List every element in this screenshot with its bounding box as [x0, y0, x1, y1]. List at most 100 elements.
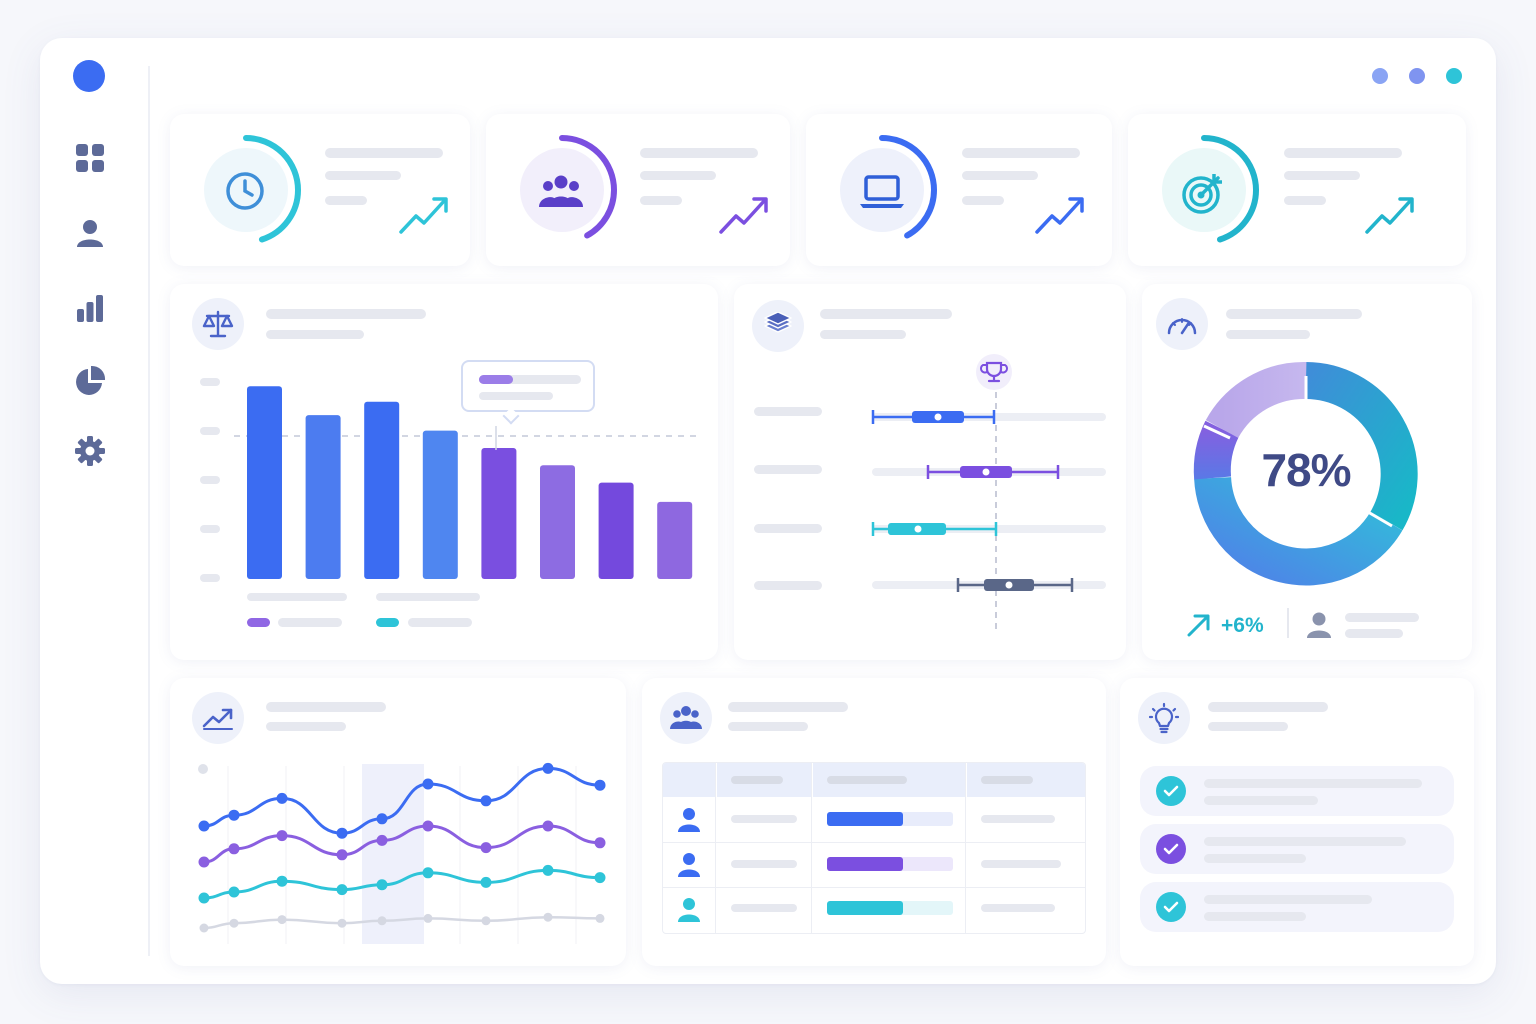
line-point[interactable]	[422, 778, 434, 790]
line-point[interactable]	[481, 916, 491, 926]
app-logo[interactable]	[73, 60, 105, 92]
bar[interactable]	[598, 482, 634, 579]
line-point[interactable]	[228, 886, 240, 898]
bar[interactable]	[657, 501, 693, 579]
line-point[interactable]	[423, 913, 433, 923]
user-avatar-icon	[678, 808, 700, 832]
task-item[interactable]	[1140, 882, 1454, 932]
line-point[interactable]	[276, 875, 288, 887]
line-point[interactable]	[228, 809, 240, 821]
team-table-card	[642, 678, 1106, 966]
line-point[interactable]	[276, 792, 288, 804]
nav-pie-chart-icon[interactable]	[70, 361, 110, 401]
cell-placeholder	[731, 815, 797, 823]
line-point[interactable]	[542, 762, 554, 774]
bar[interactable]	[422, 430, 458, 579]
line-chart-card	[170, 678, 626, 966]
card-subtitle-placeholder	[1226, 330, 1310, 339]
clock-icon	[226, 172, 264, 210]
line-point[interactable]	[198, 892, 210, 904]
line-point[interactable]	[543, 912, 553, 922]
task-title-placeholder	[1204, 895, 1372, 904]
line-point[interactable]	[199, 923, 209, 933]
kpi-card-devices[interactable]	[806, 114, 1112, 266]
line-point[interactable]	[594, 872, 606, 884]
line-point[interactable]	[337, 918, 347, 928]
range-median-point	[934, 413, 942, 421]
gauge-percent-label: 78%	[1261, 444, 1351, 496]
window-dot-1[interactable]	[1372, 68, 1388, 84]
window-dot-3[interactable]	[1446, 68, 1462, 84]
kpi-sub-placeholder	[640, 196, 682, 205]
row-label-placeholder	[754, 465, 822, 474]
line-point[interactable]	[336, 827, 348, 839]
range-median-point	[982, 468, 990, 476]
kpi-card-time[interactable]	[170, 114, 470, 266]
range-chart-card	[734, 284, 1126, 660]
line-chart	[198, 762, 606, 944]
window-dot-2[interactable]	[1409, 68, 1425, 84]
x-axis-label-placeholder	[247, 593, 347, 601]
line-point[interactable]	[276, 830, 288, 842]
line-point[interactable]	[377, 916, 387, 926]
line-point[interactable]	[277, 915, 287, 925]
task-item[interactable]	[1140, 824, 1454, 874]
line-point[interactable]	[542, 864, 554, 876]
kpi-card-users[interactable]	[486, 114, 790, 266]
kpi-value-placeholder	[325, 171, 401, 180]
task-item[interactable]	[1140, 766, 1454, 816]
line-point[interactable]	[594, 837, 606, 849]
legend-swatch-purple	[247, 618, 270, 627]
line-point[interactable]	[198, 856, 210, 868]
col-divider-line	[965, 763, 966, 933]
task-title-placeholder	[1204, 779, 1422, 788]
cell-placeholder	[731, 904, 797, 912]
line-point[interactable]	[229, 918, 239, 928]
line-point[interactable]	[422, 867, 434, 879]
user-avatar-icon	[678, 853, 700, 877]
line-point[interactable]	[376, 879, 388, 891]
line-point[interactable]	[336, 884, 348, 896]
check-circle-icon[interactable]	[1156, 776, 1186, 806]
bar[interactable]	[364, 401, 400, 579]
line-point[interactable]	[198, 820, 210, 832]
y-tick-placeholder	[200, 476, 220, 484]
donut-segment-4	[1205, 362, 1307, 439]
line-point[interactable]	[480, 876, 492, 888]
kpi-card-goals[interactable]	[1128, 114, 1466, 266]
cell-placeholder	[731, 860, 797, 868]
line-point[interactable]	[228, 843, 240, 855]
line-point[interactable]	[480, 795, 492, 807]
task-sub-placeholder	[1204, 796, 1318, 805]
progress-fill-blue	[827, 812, 903, 826]
bar[interactable]	[247, 386, 282, 579]
card-title-placeholder	[1226, 309, 1362, 319]
line-point[interactable]	[376, 813, 388, 825]
bar[interactable]	[305, 415, 341, 579]
bar[interactable]	[481, 447, 517, 579]
nav-user-icon[interactable]	[70, 213, 110, 253]
line-point[interactable]	[595, 913, 605, 923]
bar[interactable]	[540, 465, 575, 579]
nav-settings-gear-icon[interactable]	[70, 431, 110, 471]
line-point[interactable]	[594, 779, 606, 791]
range-chart	[754, 354, 1106, 634]
line-point[interactable]	[480, 842, 492, 854]
check-circle-icon[interactable]	[1156, 892, 1186, 922]
header-placeholder	[981, 776, 1033, 784]
speedometer-icon	[1156, 298, 1208, 350]
line-y-tick-marker	[198, 764, 208, 774]
progress-fill-cyan	[827, 901, 903, 915]
kpi-sub-placeholder	[1284, 196, 1326, 205]
card-title-placeholder	[728, 702, 848, 712]
trend-up-icon	[1035, 197, 1084, 234]
line-point[interactable]	[336, 849, 348, 861]
check-circle-icon[interactable]	[1156, 834, 1186, 864]
line-point[interactable]	[542, 820, 554, 832]
y-tick-placeholder	[200, 378, 220, 386]
row-label-placeholder	[754, 407, 822, 416]
nav-bar-chart-icon[interactable]	[70, 288, 110, 328]
line-point[interactable]	[422, 820, 434, 832]
line-point[interactable]	[376, 834, 388, 846]
nav-dashboard-grid-icon[interactable]	[70, 138, 110, 178]
